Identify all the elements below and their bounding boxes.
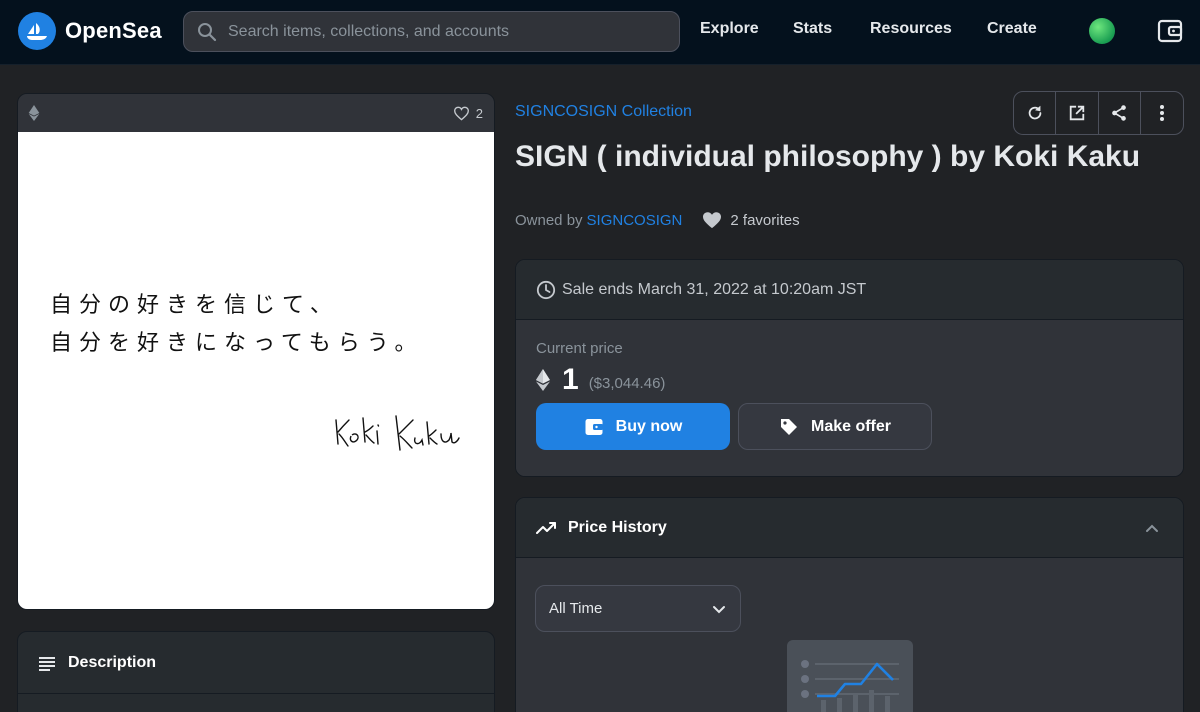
share-button[interactable] [1099,92,1141,134]
trending-up-icon [536,521,556,534]
artwork-card: 2 自分の好きを信じて、 自分を好きになってもらう。 [17,93,495,610]
description-title: Description [68,653,157,671]
heart-outline-icon [453,106,469,121]
favorites-summary: 2 favorites [702,211,800,229]
nav-link-stats[interactable]: Stats [793,20,832,38]
owned-by-label: Owned by [515,211,583,229]
profile-avatar[interactable] [1089,18,1115,44]
item-actions [1013,91,1184,135]
buy-now-button[interactable]: Buy now [536,403,730,450]
description-icon [39,656,55,671]
nav-link-explore[interactable]: Explore [700,20,759,38]
refresh-icon [1028,105,1041,120]
nav-link-resources[interactable]: Resources [870,20,952,38]
sale-end-row: Sale ends March 31, 2022 at 10:20am JST [516,260,1183,320]
empty-chart-illustration [787,640,913,712]
nav-link-create[interactable]: Create [987,20,1037,38]
search-icon [196,21,218,43]
tag-icon [780,418,797,435]
top-navigation: OpenSea Explore Stats Resources Create [0,0,1200,64]
period-select-value: All Time [549,600,603,617]
brand-name: OpenSea [65,18,162,43]
external-link-icon [1069,105,1085,121]
clock-icon [536,280,556,299]
price-usd: ($3,044.46) [588,374,666,392]
sale-panel: Sale ends March 31, 2022 at 10:20am JST … [515,259,1184,477]
ownership-row: Owned by SIGNCOSIGN 2 favorites [515,211,800,229]
wallet-icon [585,418,603,435]
favorites-label: 2 favorites [730,211,800,229]
favorite-toggle[interactable]: 2 [453,106,483,121]
chevron-down-icon [713,605,725,613]
description-header[interactable]: Description [18,632,494,694]
period-select[interactable]: All Time [535,585,741,632]
price-value: 1 [562,363,579,396]
ethereum-icon [536,369,550,391]
price-section: Current price 1 ($3,044.46) Buy now Make… [516,320,1183,476]
price-history-title: Price History [568,518,667,536]
description-panel: Description [17,631,495,712]
chevron-up-icon[interactable] [1145,523,1159,533]
search-input[interactable] [228,22,679,41]
ethereum-icon [28,105,40,121]
opensea-logo[interactable]: OpenSea [18,12,162,50]
heart-filled-icon [703,212,722,229]
price-history-body: All Time [516,558,1183,712]
open-external-button[interactable] [1056,92,1099,134]
favorite-count: 2 [475,105,483,121]
artwork-image[interactable]: 自分の好きを信じて、 自分を好きになってもらう。 [18,132,494,609]
price-history-header[interactable]: Price History [516,498,1183,558]
make-offer-label: Make offer [810,417,892,435]
price-row: 1 ($3,044.46) [536,363,1163,397]
owner-link[interactable]: SIGNCOSIGN [587,212,683,229]
share-icon [1112,105,1126,121]
more-vertical-icon [1159,105,1164,121]
artwork-card-header: 2 [18,94,494,132]
opensea-logo-icon [18,12,56,50]
purchase-actions: Buy now Make offer [536,403,1163,450]
price-history-title-row: Price History [536,519,667,537]
artwork-text-line1: 自分の好きを信じて、 [50,293,339,318]
current-price-label: Current price [536,340,623,357]
collection-link[interactable]: SIGNCOSIGN Collection [515,103,692,121]
item-title: SIGN ( individual philosophy ) by Koki K… [515,140,1141,173]
wallet-icon[interactable] [1157,18,1183,44]
chart-placeholder-icon [801,660,899,712]
artwork-text-line2: 自分を好きになってもらう。 [50,331,424,356]
sale-end-text: Sale ends March 31, 2022 at 10:20am JST [562,280,867,298]
search-bar[interactable] [183,11,680,52]
refresh-button[interactable] [1014,92,1057,134]
buy-now-label: Buy now [615,417,683,435]
more-options-button[interactable] [1141,92,1183,134]
make-offer-button[interactable]: Make offer [738,403,932,450]
artwork-signature [335,415,460,451]
price-history-panel: Price History All Time [515,497,1184,712]
